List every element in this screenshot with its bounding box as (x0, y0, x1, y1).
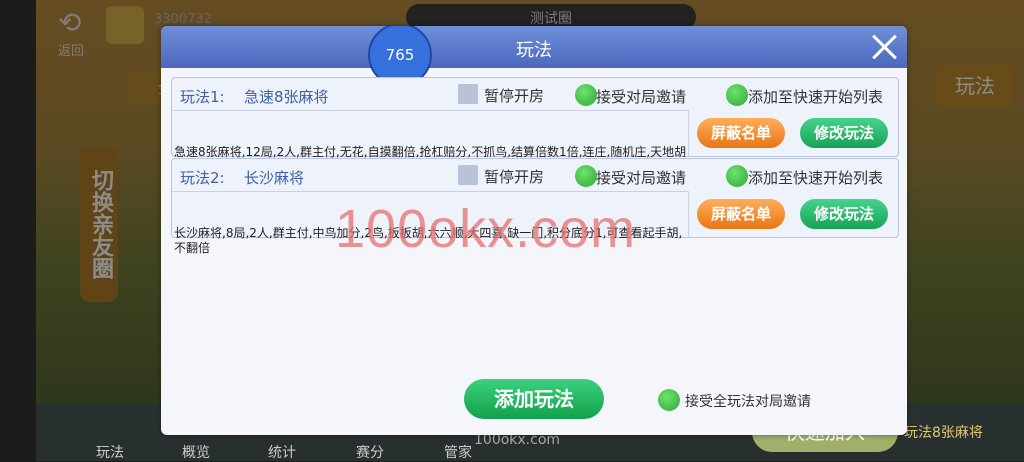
modal-header: 玩法 (161, 26, 907, 68)
rule-name: 长沙麻将 (244, 169, 305, 187)
block-list-button[interactable]: 屏蔽名单 (697, 199, 785, 229)
bottom-item-stats[interactable]: 统计 (268, 442, 296, 462)
bottom-item-manager[interactable]: 管家 (444, 442, 472, 462)
quick-start-label: 添加至快速开始列表 (748, 88, 884, 106)
bottom-item-score[interactable]: 赛分 (356, 442, 384, 462)
rule-card-1: 玩法1: 急速8张麻将 暂停开房 接受对局邀请 添加至快速开始列表 急速8张麻将… (171, 77, 899, 174)
accept-all-label: 接受全玩法对局邀请 (685, 394, 811, 410)
edit-rule-button[interactable]: 修改玩法 (800, 199, 888, 229)
accept-invite-label: 接受对局邀请 (596, 88, 687, 106)
pause-checkbox[interactable] (458, 165, 478, 185)
add-rule-button[interactable]: 添加玩法 (464, 379, 604, 419)
block-list-button[interactable]: 屏蔽名单 (697, 118, 785, 148)
bottom-item-overview[interactable]: 概览 (182, 442, 210, 462)
rule-index-label: 玩法1: (180, 88, 225, 106)
pause-label: 暂停开房 (484, 87, 545, 105)
marquee-text: 玩法8张麻将 (904, 425, 983, 441)
bottom-item-rules[interactable]: 玩法 (96, 442, 124, 462)
pause-label: 暂停开房 (484, 168, 545, 186)
accept-invite-toggle[interactable] (575, 84, 597, 106)
rule-name: 急速8张麻将 (244, 88, 329, 106)
rule-index-label: 玩法2: (180, 169, 225, 187)
accept-all-toggle[interactable] (658, 389, 680, 411)
quick-start-toggle[interactable] (726, 165, 748, 187)
edit-rule-button[interactable]: 修改玩法 (800, 118, 888, 148)
quick-start-toggle[interactable] (726, 84, 748, 106)
watermark: 100okx.com (335, 199, 637, 259)
quick-start-label: 添加至快速开始列表 (748, 169, 884, 187)
accept-invite-label: 接受对局邀请 (596, 169, 687, 187)
pause-checkbox[interactable] (458, 84, 478, 104)
modal-title: 玩法 (516, 40, 552, 61)
accept-invite-toggle[interactable] (575, 165, 597, 187)
rule-description-box: 急速8张麻将,12局,2人,群主付,无花,自摸翻倍,抢杠赔分,不抓鸟,结算倍数1… (172, 110, 689, 174)
close-icon[interactable] (869, 32, 899, 62)
